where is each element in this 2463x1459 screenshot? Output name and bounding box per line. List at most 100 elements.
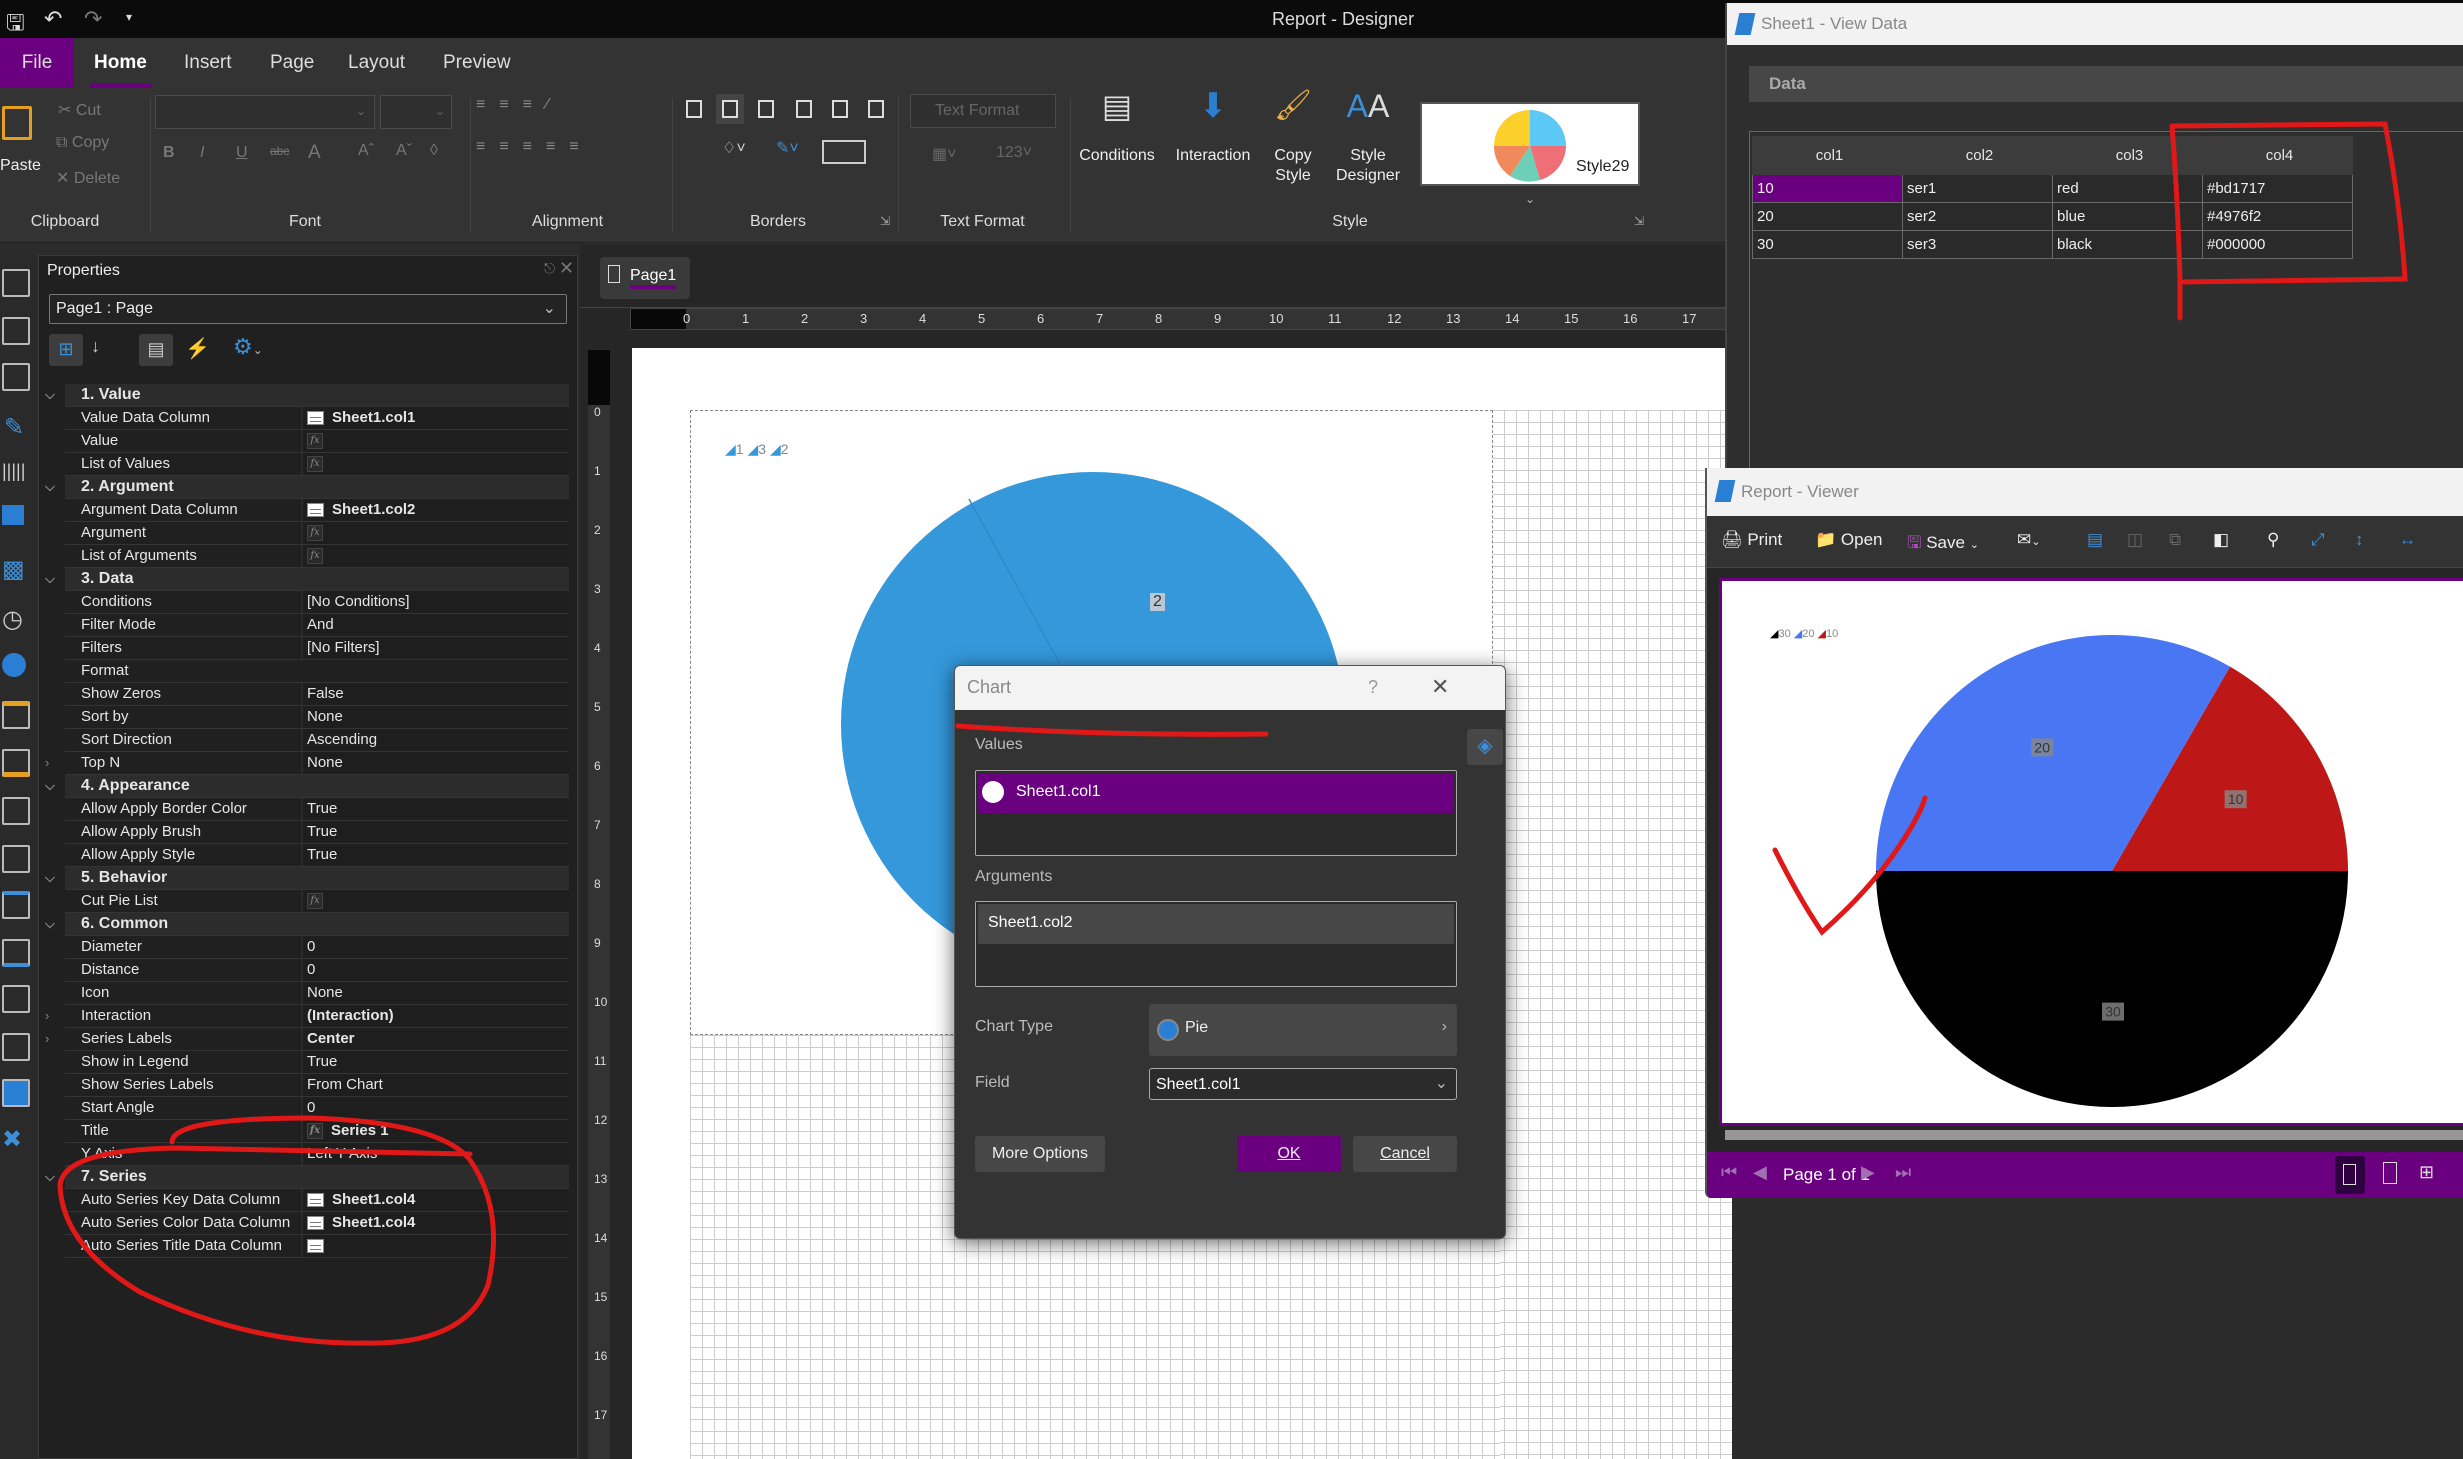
horizontal-alignment-buttons[interactable]: ≡≡≡≡≡ xyxy=(476,138,593,156)
toolbox-tools-icon[interactable]: ✖ xyxy=(2,1125,22,1154)
tab-insert[interactable]: Insert xyxy=(170,38,246,88)
full-screen-icon[interactable]: ⤢ xyxy=(2311,530,2325,550)
continuous-view-icon[interactable] xyxy=(2383,1162,2397,1184)
chevron-down-icon[interactable]: ⌵ xyxy=(45,913,55,935)
bookmarks-icon[interactable]: ▤ xyxy=(2087,530,2103,550)
toolbox-text-icon[interactable] xyxy=(2,797,30,825)
property-row[interactable]: Show Zeros False xyxy=(65,683,569,706)
events-lightning-icon[interactable]: ⚡ xyxy=(185,336,210,361)
chevron-right-icon[interactable]: › xyxy=(45,752,49,774)
toolbox-container-icon[interactable] xyxy=(2,939,30,967)
horizontal-scrollbar[interactable] xyxy=(1725,1130,2463,1140)
next-page-icon[interactable]: ▶ xyxy=(1861,1162,1875,1183)
table-cell[interactable]: ser3 xyxy=(1902,230,2053,259)
property-value[interactable]: True xyxy=(301,844,569,866)
property-value[interactable]: None xyxy=(301,752,569,774)
property-row[interactable]: › Series Labels Center xyxy=(45,1028,569,1051)
table-cell[interactable]: blue xyxy=(2052,202,2203,231)
property-value[interactable]: Sheet1.col1 xyxy=(301,407,569,429)
print-button[interactable]: 🖨 Print xyxy=(1721,530,1782,550)
table-cell[interactable]: 20 xyxy=(1752,202,1903,231)
text-format-combo[interactable]: Text Format xyxy=(910,94,1056,128)
property-row[interactable]: Allow Apply Style True xyxy=(65,844,569,867)
field-select[interactable]: Sheet1.col1 ⌄ xyxy=(1149,1068,1457,1100)
gallery-expand-icon[interactable]: ⌄ xyxy=(1525,192,1535,206)
property-row[interactable]: Auto Series Title Data Column xyxy=(65,1235,569,1258)
table-row[interactable]: 10 ser1 red #bd1717 xyxy=(1752,174,2353,203)
chevron-down-icon[interactable]: ⌵ xyxy=(45,1166,55,1188)
property-row[interactable]: Sort Direction Ascending xyxy=(65,729,569,752)
toolbox-chart-icon[interactable]: ▩ xyxy=(2,555,25,584)
property-row[interactable]: Distance 0 xyxy=(65,959,569,982)
column-header[interactable]: col4 xyxy=(2202,136,2353,175)
find-icon[interactable]: ⚲ xyxy=(2267,530,2279,550)
property-value[interactable]: Sheet1.col4 xyxy=(301,1212,569,1234)
arguments-list[interactable]: Sheet1.col2 xyxy=(975,901,1457,987)
data-column-icon[interactable] xyxy=(307,1216,324,1231)
chevron-right-icon[interactable]: › xyxy=(45,1005,49,1027)
multi-page-view-icon[interactable]: ⊞ xyxy=(2419,1162,2434,1183)
property-row[interactable]: Icon None xyxy=(65,982,569,1005)
property-value[interactable]: fx xyxy=(301,890,569,912)
property-value[interactable]: 0 xyxy=(301,1097,569,1119)
properties-view-icon[interactable]: ▤ xyxy=(139,334,173,366)
tab-layout[interactable]: Layout xyxy=(334,38,419,88)
chevron-right-icon[interactable]: › xyxy=(45,1028,49,1050)
data-column-icon[interactable] xyxy=(307,503,324,518)
categorized-icon[interactable]: ⊞ xyxy=(49,334,83,366)
property-row[interactable]: Allow Apply Border Color True xyxy=(65,798,569,821)
chevron-down-icon[interactable]: ⌵ xyxy=(45,476,55,498)
layers-icon[interactable]: ◈ xyxy=(1467,729,1503,765)
property-value[interactable]: True xyxy=(301,1051,569,1073)
toolbox-barcode-icon[interactable]: ||||| xyxy=(2,461,25,482)
table-cell[interactable]: #4976f2 xyxy=(2202,202,2353,231)
pen-color-button[interactable]: ✎˅ xyxy=(776,138,799,158)
property-row[interactable]: Value fx xyxy=(65,430,569,453)
table-cell[interactable]: #bd1717 xyxy=(2202,174,2353,203)
resources-icon[interactable]: ◧ xyxy=(2213,530,2229,550)
property-row[interactable]: List of Arguments fx xyxy=(65,545,569,568)
conditions-button[interactable]: ▤ Conditions xyxy=(1074,90,1160,166)
copy-style-button[interactable]: 🖌 Copy Style xyxy=(1262,91,1324,186)
more-options-button[interactable]: More Options xyxy=(975,1136,1105,1172)
pin-icon[interactable]: ⎋ xyxy=(544,260,555,277)
thumbnails-icon[interactable]: ⧉ xyxy=(2169,530,2181,550)
property-value[interactable]: Center xyxy=(301,1028,569,1050)
property-category[interactable]: ⌵ 6. Common xyxy=(45,913,569,936)
border-buttons[interactable] xyxy=(684,94,884,124)
paste-button[interactable]: Paste xyxy=(0,100,41,174)
font-size-combo[interactable]: ⌄ xyxy=(380,95,452,129)
expression-fx-icon[interactable]: fx xyxy=(307,525,323,542)
property-value[interactable]: fx xyxy=(301,453,569,475)
property-row[interactable]: Argument Data Column Sheet1.col2 xyxy=(65,499,569,522)
sort-alphabetical-icon[interactable]: ↓ xyxy=(91,336,100,357)
property-row[interactable]: Auto Series Key Data Column Sheet1.col4 xyxy=(65,1189,569,1212)
property-row[interactable]: Format xyxy=(65,660,569,683)
property-value[interactable]: [No Conditions] xyxy=(301,591,569,613)
chevron-down-icon[interactable]: ⌵ xyxy=(45,568,55,590)
property-value[interactable]: Sheet1.col4 xyxy=(301,1189,569,1211)
toolbox-gauge-icon[interactable]: ◷ xyxy=(2,605,23,634)
property-category[interactable]: ⌵ 3. Data xyxy=(45,568,569,591)
eraser-icon[interactable]: ◊ xyxy=(430,142,438,160)
save-button[interactable]: 🖫 Save ⌄ xyxy=(1907,530,1979,559)
property-value[interactable]: Left Y Axis xyxy=(301,1143,569,1165)
parameters-icon[interactable]: ◫ xyxy=(2127,530,2143,550)
column-header[interactable]: col1 xyxy=(1752,136,1903,175)
property-row[interactable]: Title fx Series 1 xyxy=(65,1120,569,1143)
property-row[interactable]: Diameter 0 xyxy=(65,936,569,959)
page-tab[interactable]: Page1 xyxy=(600,257,690,299)
property-row[interactable]: Cut Pie List fx xyxy=(65,890,569,913)
close-icon[interactable]: ✕ xyxy=(559,258,574,279)
property-value[interactable]: (Interaction) xyxy=(301,1005,569,1027)
help-button[interactable]: ? xyxy=(1368,677,1378,698)
property-row[interactable]: Sort by None xyxy=(65,706,569,729)
property-row[interactable]: Y Axis Left Y Axis xyxy=(65,1143,569,1166)
property-category[interactable]: ⌵ 2. Argument xyxy=(45,476,569,499)
property-value[interactable]: fx xyxy=(301,545,569,567)
property-row[interactable]: Filters [No Filters] xyxy=(65,637,569,660)
arguments-list-item[interactable]: Sheet1.col2 xyxy=(978,904,1454,944)
toolbox-image-icon[interactable] xyxy=(2,1079,30,1107)
quick-access-dropdown-icon[interactable]: ▾ xyxy=(126,10,132,24)
fill-color-button[interactable]: ♢˅ xyxy=(722,138,746,158)
